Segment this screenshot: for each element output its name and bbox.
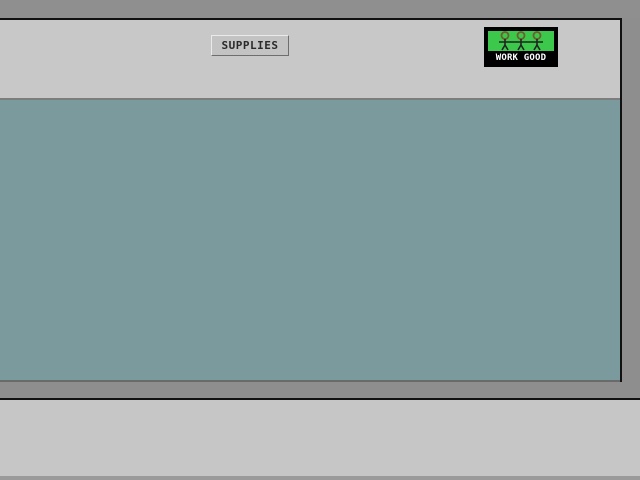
toolbar: SUPPLIES WORK GOOD [0, 20, 620, 100]
supplies-button[interactable]: SUPPLIES [211, 35, 289, 56]
work-good-label: WORK GOOD [495, 53, 547, 63]
top-frame-strip [0, 0, 640, 18]
main-window: SUPPLIES WORK GOOD [0, 18, 622, 382]
game-screen: SUPPLIES WORK GOOD [0, 0, 640, 480]
bottom-panel [0, 398, 640, 480]
bottom-frame-edge [0, 476, 640, 480]
frame-gap [0, 382, 640, 398]
work-area[interactable] [0, 100, 620, 382]
work-good-badge[interactable]: WORK GOOD [484, 27, 558, 67]
three-workers-holding-hands-icon [488, 31, 554, 51]
